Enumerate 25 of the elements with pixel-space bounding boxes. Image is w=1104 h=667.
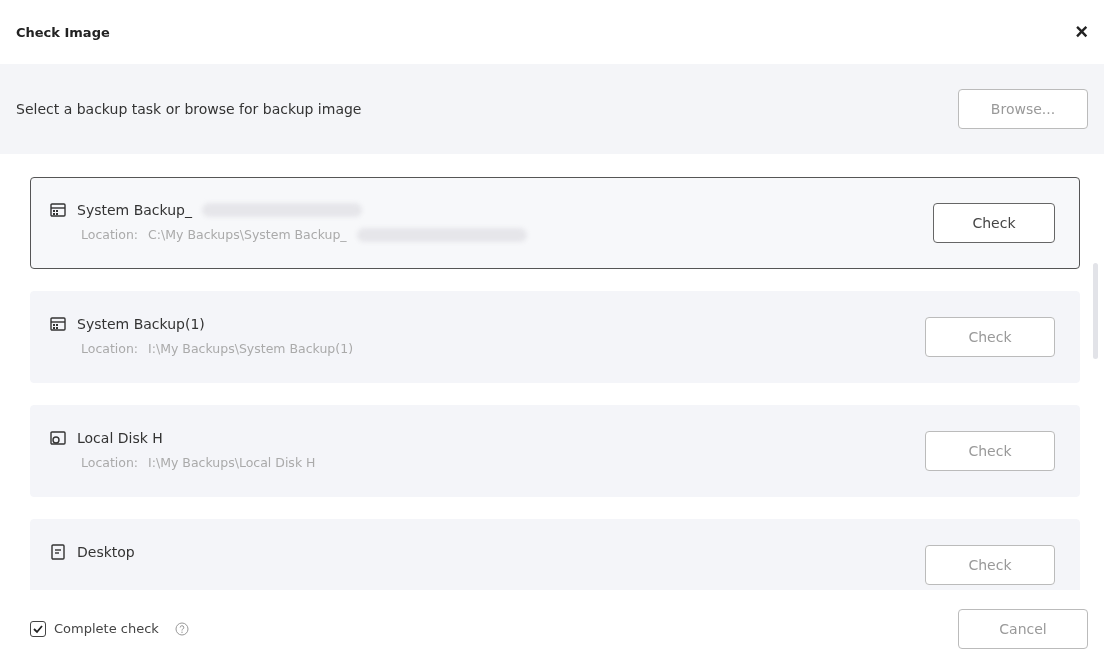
backup-task-row[interactable]: Desktop Check — [30, 519, 1080, 590]
location-path: I:\My Backups\System Backup(1) — [148, 341, 353, 356]
location-path: C:\My Backups\System Backup_ — [148, 227, 347, 242]
task-name: Local Disk H — [77, 430, 163, 446]
document-icon — [49, 543, 67, 561]
backup-drive-icon — [49, 315, 67, 333]
instruction-text: Select a backup task or browse for backup image — [16, 101, 362, 117]
location-label: Location: — [81, 455, 139, 470]
window-title: Check Image — [16, 24, 110, 40]
checkbox[interactable] — [30, 620, 46, 637]
task-name: System Backup_ — [77, 202, 192, 218]
location-label: Location: — [81, 227, 139, 242]
location-path: I:\My Backups\Local Disk H — [148, 455, 316, 470]
backup-task-row[interactable]: System Backup(1) Location: I:\My Backups\System Backup(1) Check — [30, 291, 1080, 383]
backup-task-row[interactable]: System Backup_ Location: C:\My Backups\System Backup_ Check — [30, 177, 1080, 269]
task-name: Desktop — [77, 544, 135, 560]
backup-drive-icon — [49, 201, 67, 219]
location-label: Location: — [81, 341, 139, 356]
task-name: System Backup(1) — [77, 316, 205, 332]
backup-task-row[interactable]: Local Disk H Location: I:\My Backups\Local Disk H Check — [30, 405, 1080, 497]
close-button[interactable]: × — [1073, 21, 1090, 43]
checkbox-label: Complete check — [54, 621, 159, 636]
check-button[interactable]: Check — [933, 203, 1055, 243]
help-icon[interactable] — [174, 621, 189, 636]
scrollbar-thumb[interactable] — [1093, 263, 1098, 359]
